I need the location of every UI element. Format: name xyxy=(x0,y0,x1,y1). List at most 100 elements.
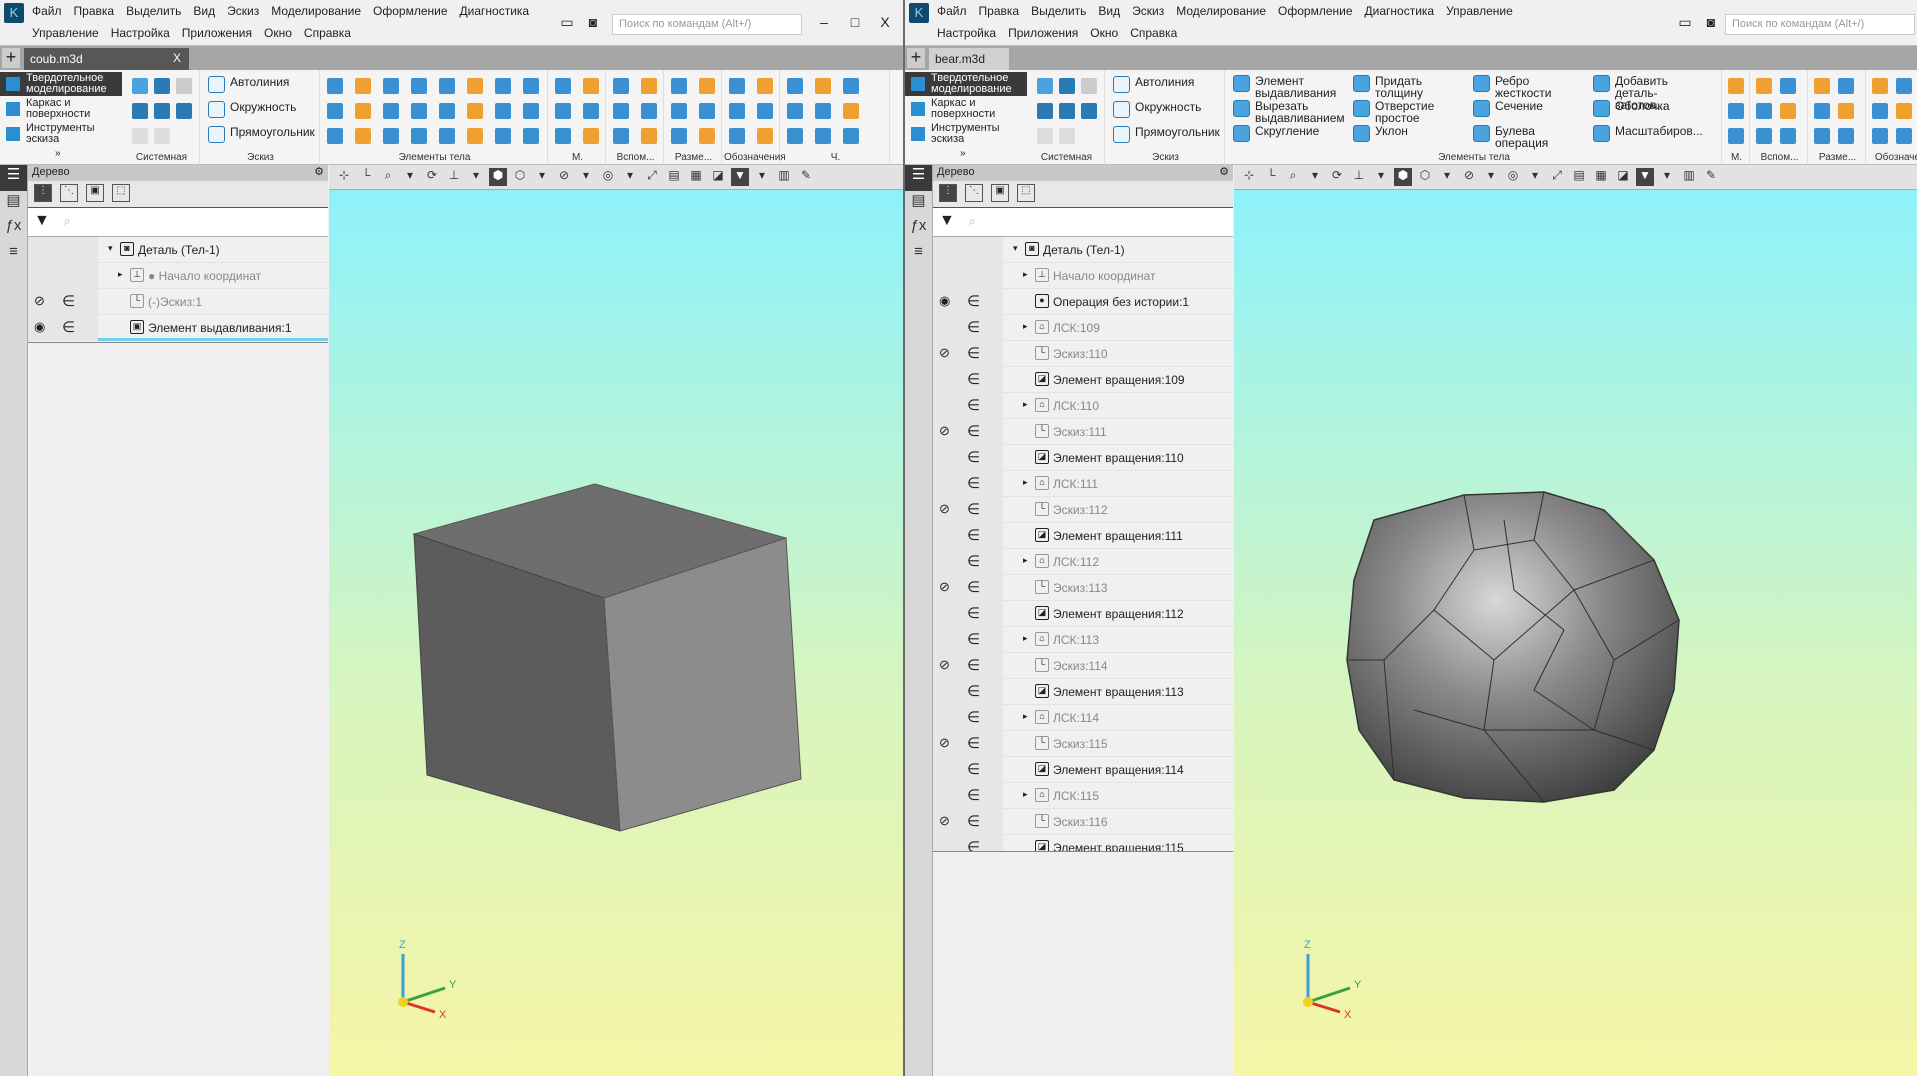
tool-icon[interactable] xyxy=(613,78,629,94)
dropdown-icon[interactable]: ▾ xyxy=(1526,168,1544,186)
system-tool-icon[interactable] xyxy=(1037,128,1053,144)
screenshot-icon[interactable]: ◙ xyxy=(1702,14,1720,30)
tool-icon[interactable] xyxy=(815,103,831,119)
tool-icon[interactable] xyxy=(467,103,483,119)
section-icon[interactable]: ⤢ xyxy=(643,168,661,186)
tool-icon[interactable] xyxy=(641,78,657,94)
tool-icon[interactable] xyxy=(729,103,745,119)
include-icon[interactable]: ∈ xyxy=(967,344,980,362)
properties-icon[interactable]: ▤ xyxy=(905,191,932,217)
tool-icon[interactable] xyxy=(523,78,539,94)
include-icon[interactable]: ∈ xyxy=(967,422,980,440)
menu-item-12[interactable]: Справка xyxy=(304,26,351,40)
tool-icon[interactable] xyxy=(495,103,511,119)
sheet-icon[interactable]: ▤ xyxy=(1570,168,1588,186)
tree-row[interactable]: ∈ ▸ ⌂ ЛСК:112 xyxy=(933,549,1233,575)
menu-item-2[interactable]: Выделить xyxy=(1031,4,1086,18)
include-icon[interactable]: ∈ xyxy=(967,396,980,414)
expand-icon[interactable]: ▸ xyxy=(1023,321,1028,332)
include-icon[interactable]: ∈ xyxy=(967,604,980,622)
tool-icon[interactable] xyxy=(843,128,859,144)
tool-icon[interactable] xyxy=(327,103,343,119)
dropdown-icon[interactable]: ▾ xyxy=(621,168,639,186)
expand-modes-icon[interactable]: » xyxy=(55,148,61,159)
system-tool-icon[interactable] xyxy=(1059,78,1075,94)
new-document-button[interactable]: + xyxy=(907,48,925,68)
coordinate-icon[interactable]: ⊥ xyxy=(1350,168,1368,186)
mode-1[interactable]: Каркас и поверхности xyxy=(0,97,122,121)
tool-icon[interactable] xyxy=(355,128,371,144)
tool-icon[interactable] xyxy=(1838,103,1854,119)
display-mode-icon[interactable]: ⬡ xyxy=(1416,168,1434,186)
filter-icon[interactable]: ▼ xyxy=(731,168,749,186)
tool-icon[interactable] xyxy=(383,78,399,94)
tree-settings-icon[interactable]: ⚙ xyxy=(1219,165,1229,178)
tool-icon[interactable] xyxy=(1872,78,1888,94)
view-grid-icon[interactable]: ⊹ xyxy=(335,168,353,186)
hidden-eye-icon[interactable]: ⊘ xyxy=(939,423,950,439)
hidden-eye-icon[interactable]: ⊘ xyxy=(939,579,950,595)
tool-icon[interactable] xyxy=(555,128,571,144)
sketch-button-0[interactable]: Автолиния xyxy=(1113,76,1194,93)
close-window-button[interactable]: X xyxy=(876,14,894,30)
tree-row[interactable]: ◉ ∈ ▣ Элемент выдавливания:1 xyxy=(28,315,328,341)
system-tool-icon[interactable] xyxy=(1037,103,1053,119)
tool-icon[interactable] xyxy=(1780,128,1796,144)
coordinate-icon[interactable]: ⊥ xyxy=(445,168,463,186)
mode-2[interactable]: Инструменты эскиза xyxy=(905,122,1027,146)
render-icon[interactable]: ◪ xyxy=(709,168,727,186)
collapse-icon[interactable]: ▾ xyxy=(108,243,113,254)
tool-icon[interactable] xyxy=(411,78,427,94)
menu-item-5[interactable]: Моделирование xyxy=(271,4,361,18)
tool-icon[interactable] xyxy=(411,128,427,144)
hidden-eye-icon[interactable]: ⊘ xyxy=(939,501,950,517)
section-icon[interactable]: ⤢ xyxy=(1548,168,1566,186)
body-button-10[interactable]: Булева операция xyxy=(1473,125,1588,149)
body-button-2[interactable]: Ребро жесткости xyxy=(1473,75,1588,99)
tool-icon[interactable] xyxy=(439,78,455,94)
tool-icon[interactable] xyxy=(583,78,599,94)
search-icon[interactable]: ⌕ xyxy=(64,214,71,229)
tree-row[interactable]: ⊘ ∈ └ Эскиз:113 xyxy=(933,575,1233,601)
mode-0[interactable]: Твердотельное моделирование xyxy=(0,72,122,96)
tool-icon[interactable] xyxy=(1814,128,1830,144)
menu-icon[interactable]: ≡ xyxy=(905,243,932,269)
tree-row[interactable]: ∈ ◪ Элемент вращения:115 xyxy=(933,835,1233,851)
tool-icon[interactable] xyxy=(757,103,773,119)
tree-row[interactable]: ⊘ ∈ └ Эскиз:112 xyxy=(933,497,1233,523)
tool-icon[interactable] xyxy=(641,103,657,119)
body-button-5[interactable]: Отверстие простое xyxy=(1353,100,1468,124)
tool-icon[interactable] xyxy=(327,128,343,144)
hidden-eye-icon[interactable]: ⊘ xyxy=(34,293,45,309)
dropdown-icon[interactable]: ▾ xyxy=(533,168,551,186)
filter-icon[interactable]: ▼ xyxy=(34,212,50,230)
tool-icon[interactable] xyxy=(1872,103,1888,119)
menu-item-11[interactable]: Окно xyxy=(264,26,292,40)
menu-item-3[interactable]: Вид xyxy=(193,4,215,18)
tool-icon[interactable] xyxy=(355,78,371,94)
menu-item-12[interactable]: Справка xyxy=(1130,26,1177,40)
edit-icon[interactable]: ✎ xyxy=(1702,168,1720,186)
maximize-button[interactable]: □ xyxy=(846,14,864,30)
body-button-8[interactable]: Скругление xyxy=(1233,125,1348,142)
body-button-6[interactable]: Сечение xyxy=(1473,100,1588,117)
tool-icon[interactable] xyxy=(383,103,399,119)
tree-row[interactable]: ⊘ ∈ └ Эскиз:116 xyxy=(933,809,1233,835)
collapse-icon[interactable]: ▾ xyxy=(1013,243,1018,254)
tree-structure-icon[interactable]: ⋮ xyxy=(939,184,957,202)
tool-icon[interactable] xyxy=(439,103,455,119)
dropdown-icon[interactable]: ▾ xyxy=(1372,168,1390,186)
tree-row[interactable]: ◉ ∈ ● Операция без истории:1 xyxy=(933,289,1233,315)
tree-row[interactable]: ∈ ◪ Элемент вращения:114 xyxy=(933,757,1233,783)
body-button-1[interactable]: Придать толщину xyxy=(1353,75,1468,99)
tool-icon[interactable] xyxy=(729,78,745,94)
tree-row[interactable]: ⊘ ∈ └ Эскиз:110 xyxy=(933,341,1233,367)
zoom-icon[interactable]: ⌕ xyxy=(379,168,397,186)
tool-icon[interactable] xyxy=(1780,103,1796,119)
tree-row[interactable]: ▸ ⊥ Начало координат xyxy=(933,263,1233,289)
menu-item-2[interactable]: Выделить xyxy=(126,4,181,18)
tree-row[interactable]: ⊘ ∈ └ Эскиз:115 xyxy=(933,731,1233,757)
include-icon[interactable]: ∈ xyxy=(967,656,980,674)
tree-panel-icon[interactable]: ☰ xyxy=(0,165,27,191)
hidden-eye-icon[interactable]: ⊘ xyxy=(939,657,950,673)
